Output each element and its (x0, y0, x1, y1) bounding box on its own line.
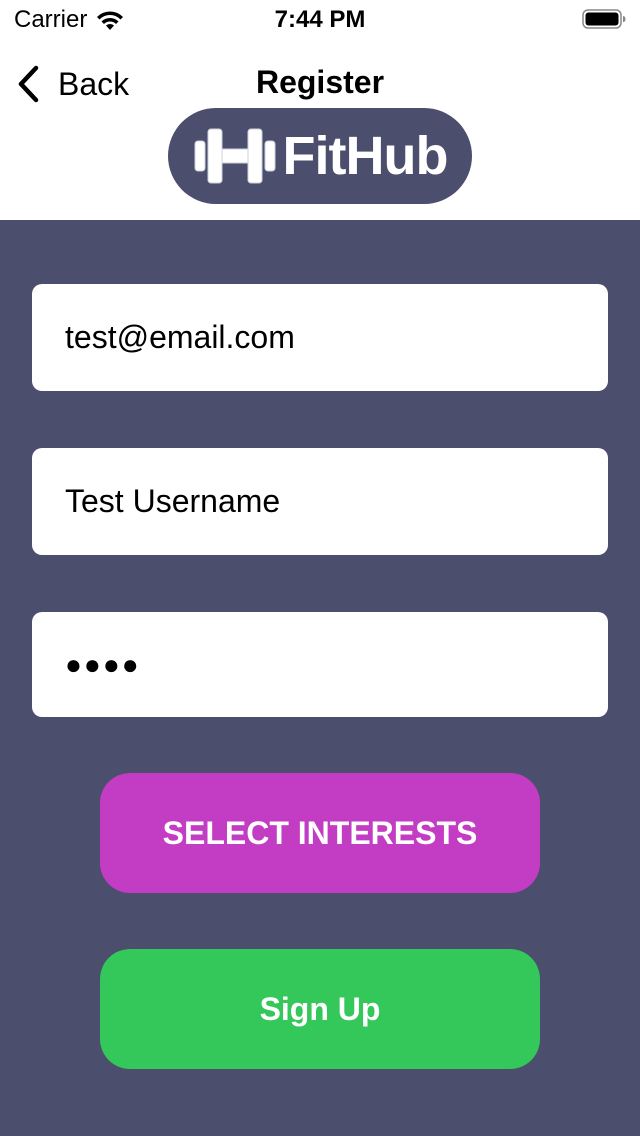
dumbbell-icon (194, 128, 276, 184)
register-screen: Carrier 7:44 PM Back Register FitHub tes… (0, 0, 640, 1136)
select-interests-label: SELECT INTERESTS (162, 814, 478, 851)
password-field[interactable]: ●●●● (32, 612, 608, 717)
password-mask: ●●●● (65, 648, 141, 680)
register-form: test@email.com Test Username ●●●● SELECT… (0, 220, 640, 1136)
sign-up-button[interactable]: Sign Up (100, 949, 540, 1069)
email-value: test@email.com (65, 319, 295, 355)
select-interests-button[interactable]: SELECT INTERESTS (100, 773, 540, 893)
status-bar: Carrier 7:44 PM (0, 0, 640, 40)
email-field[interactable]: test@email.com (32, 284, 608, 391)
fithub-logo: FitHub (168, 108, 472, 204)
battery-icon (582, 9, 626, 29)
navigation-bar: Back Register FitHub (0, 40, 640, 220)
username-field[interactable]: Test Username (32, 448, 608, 555)
status-time: 7:44 PM (274, 6, 366, 33)
logo-text: FitHub (282, 126, 449, 186)
sign-up-label: Sign Up (259, 990, 381, 1027)
page-title: Register (255, 64, 385, 100)
username-value: Test Username (65, 483, 281, 519)
